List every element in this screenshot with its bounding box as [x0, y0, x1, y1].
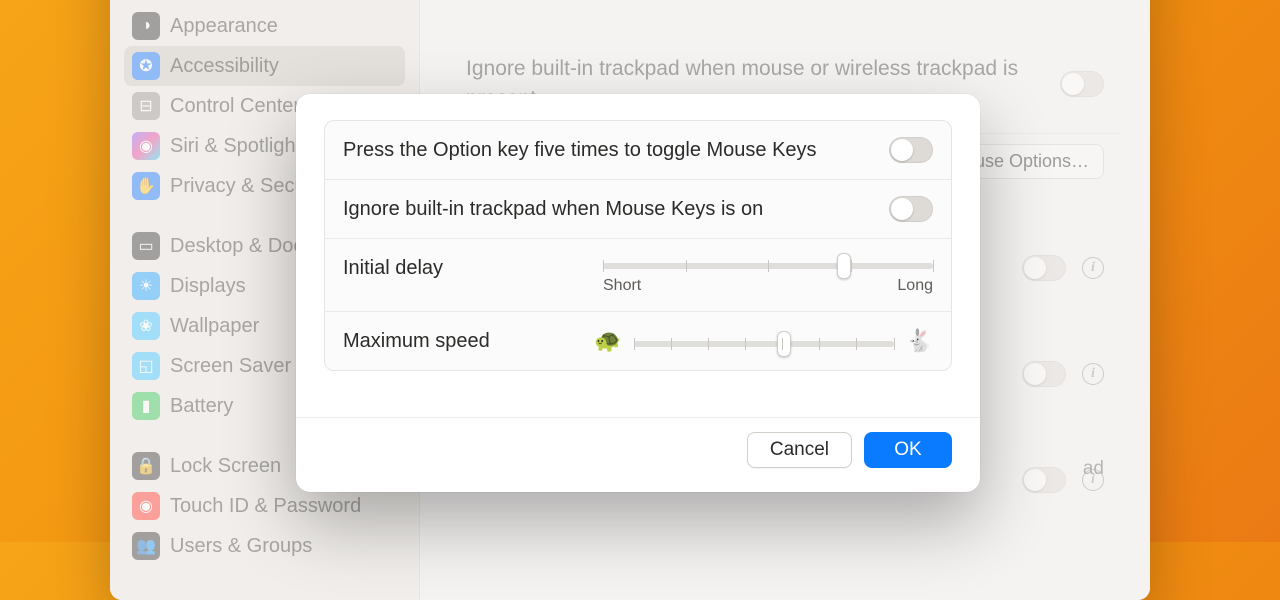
sidebar-item-label: Siri & Spotlight [170, 135, 301, 158]
desktop-dock-icon: ▭ [132, 232, 160, 260]
sidebar-item-label: Wallpaper [170, 315, 259, 338]
hidden-text-tail: ad [1083, 458, 1104, 480]
slider-max-speed[interactable] [634, 333, 894, 349]
displays-icon: ☀ [132, 272, 160, 300]
screen-saver-icon: ◱ [132, 352, 160, 380]
row-initial-delay: Initial delay Short Long [325, 239, 951, 312]
info-icon[interactable]: i [1082, 257, 1104, 279]
touch-id-password-icon: ◉ [132, 492, 160, 520]
toggle-ignore-trackpad[interactable] [1060, 71, 1104, 97]
row-ignore-trackpad-mousekeys: Ignore built-in trackpad when Mouse Keys… [325, 180, 951, 239]
toggle-hidden-1[interactable] [1022, 255, 1066, 281]
info-icon[interactable]: i [1082, 363, 1104, 385]
sidebar-item-label: Users & Groups [170, 535, 312, 558]
users-groups-icon: 👥 [132, 532, 160, 560]
sidebar-item-label: Screen Saver [170, 355, 291, 378]
row-label: Initial delay [343, 255, 443, 280]
slider-min-label: Short [603, 277, 641, 295]
sidebar-item-users-groups[interactable]: 👥 Users & Groups [124, 526, 405, 566]
row-label: Ignore built-in trackpad when Mouse Keys… [343, 196, 763, 221]
control-center-icon: ⊟ [132, 92, 160, 120]
cancel-button[interactable]: Cancel [747, 432, 852, 468]
appearance-icon: ◑ [132, 12, 160, 40]
dialog-footer: Cancel OK [296, 417, 980, 492]
toggle-option-key[interactable] [889, 137, 933, 163]
row-maximum-speed: Maximum speed 🐢 🐇 [325, 312, 951, 370]
sidebar-item-label: Touch ID & Password [170, 495, 361, 518]
row-label: Maximum speed [343, 328, 490, 353]
slider-initial-delay[interactable]: Short Long [603, 255, 933, 295]
lock-screen-icon: 🔒 [132, 452, 160, 480]
rabbit-icon: 🐇 [906, 328, 933, 354]
battery-icon: ▮ [132, 392, 160, 420]
sidebar-item-appearance[interactable]: ◑ Appearance [124, 6, 405, 46]
siri-spotlight-icon: ◉ [132, 132, 160, 160]
row-label: Press the Option key five times to toggl… [343, 137, 817, 162]
toggle-ignore-trackpad-mk[interactable] [889, 196, 933, 222]
slider-max-label: Long [897, 277, 933, 295]
sidebar-item-touch-id-password[interactable]: ◉ Touch ID & Password [124, 486, 405, 526]
sidebar-item-label: Accessibility [170, 55, 279, 78]
ok-button[interactable]: OK [864, 432, 952, 468]
accessibility-icon: ✪ [132, 52, 160, 80]
mouse-keys-options-dialog: Press the Option key five times to toggl… [296, 94, 980, 492]
sidebar-item-label: Lock Screen [170, 455, 281, 478]
privacy-security-icon: ✋ [132, 172, 160, 200]
sidebar-item-label: Desktop & Dock [170, 235, 313, 258]
sidebar-item-label: Control Center [170, 95, 300, 118]
toggle-hidden-3[interactable] [1022, 467, 1066, 493]
options-panel: Press the Option key five times to toggl… [324, 120, 952, 371]
turtle-icon: 🐢 [594, 328, 621, 354]
sidebar-item-label: Displays [170, 275, 246, 298]
sidebar-item-label: Battery [170, 395, 233, 418]
wallpaper-icon: ❀ [132, 312, 160, 340]
sidebar-item-accessibility[interactable]: ✪ Accessibility [124, 46, 405, 86]
toggle-hidden-2[interactable] [1022, 361, 1066, 387]
sidebar-item-label: Appearance [170, 15, 278, 38]
row-option-key-toggle: Press the Option key five times to toggl… [325, 121, 951, 180]
